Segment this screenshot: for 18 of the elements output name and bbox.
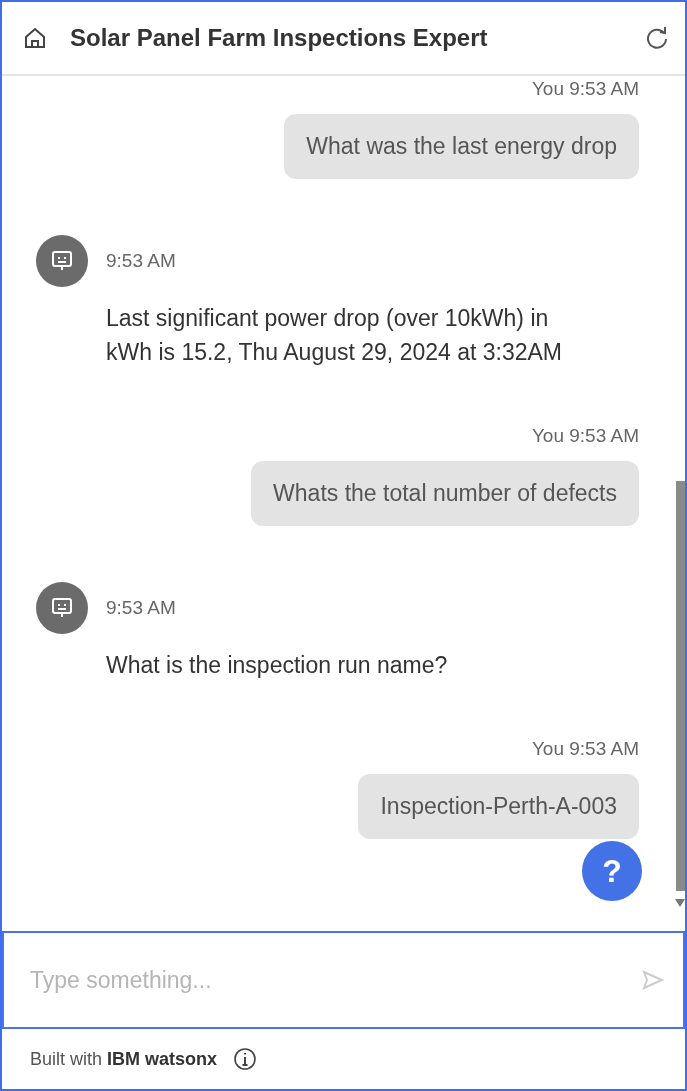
message-input[interactable]: Type something... [2, 931, 685, 1029]
user-message: What was the last energy drop [284, 114, 639, 179]
info-icon[interactable] [233, 1047, 258, 1071]
message-timestamp: You 9:53 AM [531, 78, 639, 100]
message-timestamp: 9:53 AM [106, 250, 177, 272]
user-message: Inspection-Perth-A-003 [358, 774, 639, 839]
chat-bot-icon [50, 249, 74, 273]
chat-bot-icon [50, 596, 74, 620]
window-title: Solar Panel Farm Inspections Expert [70, 24, 489, 52]
message-timestamp: 9:53 AM [106, 597, 177, 619]
footer-text: Built with IBM watsonx [30, 1048, 218, 1070]
message-timestamp: You 9:53 AM [531, 738, 639, 760]
help-button[interactable]: ? [582, 841, 642, 901]
message-timestamp: You 9:53 AM [531, 425, 639, 447]
home-icon[interactable] [22, 25, 48, 51]
bot-message: What is the inspection run name? [106, 651, 449, 680]
bot-message: Last significant power drop (over 10kWh) in kWh is 15.2, Thu August 29, 2024 at 3:32AM [106, 304, 564, 367]
user-message: Whats the total number of defects [251, 461, 639, 526]
